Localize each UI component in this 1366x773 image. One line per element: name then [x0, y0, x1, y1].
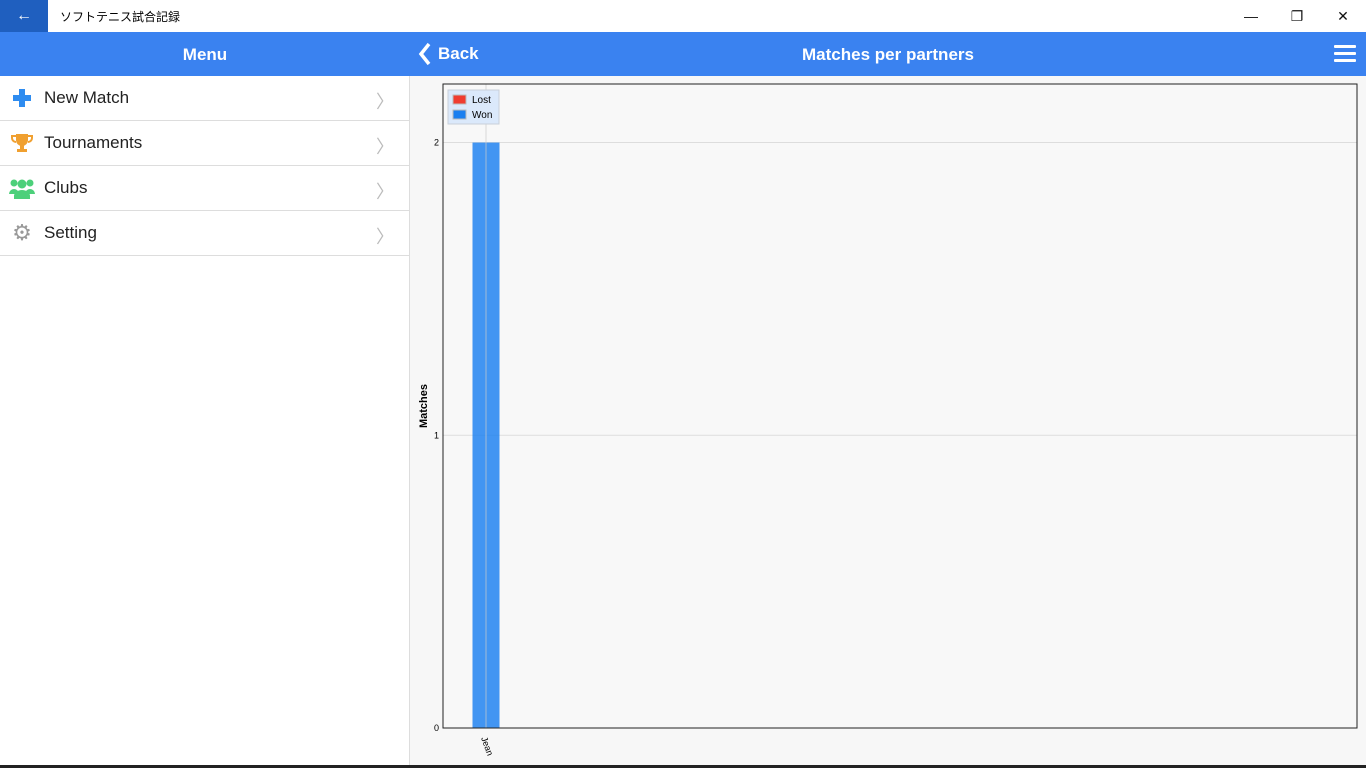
users-icon — [0, 177, 44, 199]
plot-background — [443, 84, 1357, 728]
y-tick-label: 0 — [434, 723, 439, 733]
trophy-icon — [0, 132, 44, 154]
bar-chart: 0 1 2 Jean Matches Lost Won — [418, 83, 1358, 757]
chevron-right-icon: 〉 — [376, 182, 394, 202]
y-tick-label: 1 — [434, 430, 439, 440]
window-back-button[interactable]: ← — [0, 0, 48, 32]
chevron-right-icon: 〉 — [376, 227, 394, 247]
close-button[interactable]: ✕ — [1320, 0, 1366, 32]
plus-icon — [0, 88, 44, 108]
sidebar-item-label: Setting — [44, 223, 97, 242]
legend-swatch-lost — [452, 94, 467, 105]
sidebar-item-tournaments[interactable]: Tournaments 〉 — [0, 121, 410, 166]
restore-button[interactable]: ❐ — [1274, 0, 1320, 32]
legend-label: Won — [472, 110, 492, 121]
sidebar: New Match 〉 Tournaments 〉 Clubs 〉 ⚙ Sett… — [0, 76, 410, 768]
x-tick-label: Jean — [479, 735, 495, 757]
sidebar-item-label: New Match — [44, 88, 130, 107]
app-header: Menu Matches per partners Back — [0, 32, 1366, 76]
sidebar-item-setting[interactable]: ⚙ Setting 〉 — [0, 211, 410, 256]
back-label: Back — [438, 44, 479, 63]
sidebar-item-clubs[interactable]: Clubs 〉 — [0, 166, 410, 211]
title-bar: ← ソフトテニス試合記録 — ❐ ✕ — [0, 0, 1366, 32]
minimize-button[interactable]: — — [1228, 0, 1274, 32]
page-title: Matches per partners — [802, 45, 974, 64]
chevron-right-icon: 〉 — [376, 137, 394, 157]
sidebar-item-label: Clubs — [44, 178, 88, 197]
y-tick-label: 2 — [434, 138, 439, 148]
chevron-right-icon: 〉 — [376, 92, 394, 112]
hamburger-menu-icon[interactable] — [1334, 45, 1356, 63]
sidebar-item-label: Tournaments — [44, 133, 143, 152]
back-button[interactable]: Back — [418, 42, 479, 66]
legend-label: Lost — [472, 95, 491, 106]
sidebar-item-new-match[interactable]: New Match 〉 — [0, 76, 410, 121]
y-axis-label: Matches — [418, 384, 430, 428]
window-title: ソフトテニス試合記録 — [60, 10, 181, 24]
chevron-left-icon — [418, 42, 431, 66]
chart-area: 0 1 2 Jean Matches Lost Won — [410, 76, 1366, 768]
legend-swatch-won — [452, 109, 467, 120]
gear-icon: ⚙ — [12, 220, 32, 245]
menu-title: Menu — [182, 45, 228, 64]
arrow-left-icon: ← — [16, 7, 32, 24]
